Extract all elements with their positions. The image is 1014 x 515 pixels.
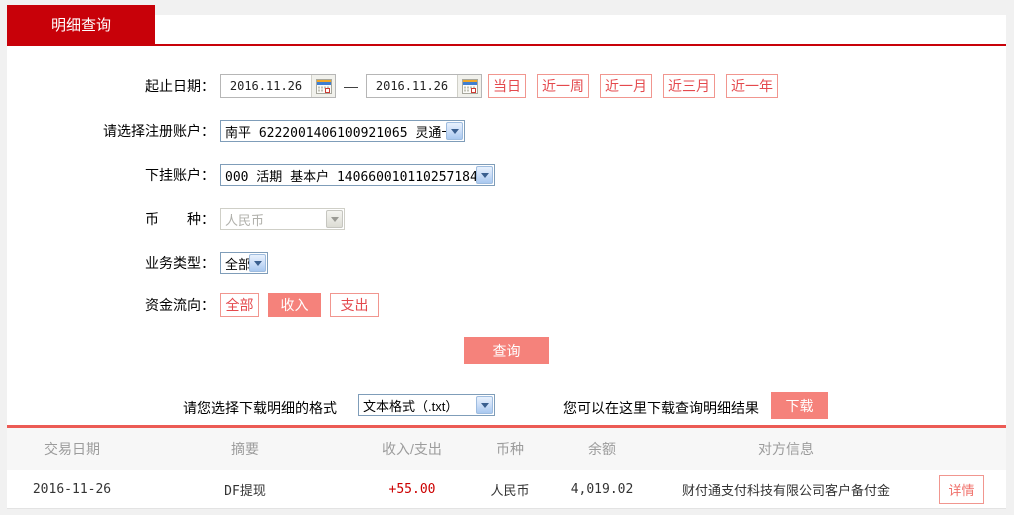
col-header-date: 交易日期: [7, 439, 137, 459]
date-range-controls: 2016.11.26 —: [220, 74, 778, 98]
register-account-row: 请选择注册账户： 南平 6222001406100921065 灵通卡: [7, 119, 1006, 143]
chevron-down-icon: [476, 396, 493, 414]
content-panel: 明细查询 起止日期： 2016.11.26: [7, 15, 1006, 509]
quick-range-3months-button[interactable]: 近三月: [663, 74, 715, 98]
cell-currency: 人民币: [471, 480, 549, 499]
business-type-label: 业务类型：: [7, 253, 215, 273]
tab-detail-query[interactable]: 明细查询: [7, 5, 155, 44]
download-button[interactable]: 下载: [771, 392, 828, 419]
currency-row: 币 种： 人民币: [7, 207, 1006, 231]
query-button[interactable]: 查询: [464, 337, 549, 364]
currency-label: 币 种：: [7, 209, 215, 229]
start-date-value: 2016.11.26: [221, 79, 311, 93]
sub-account-label: 下挂账户：: [7, 165, 215, 185]
sub-account-select[interactable]: 000 活期 基本户 1406600101102571848: [220, 164, 495, 186]
col-header-summary: 摘要: [137, 439, 353, 459]
currency-value: 人民币: [221, 210, 326, 229]
quick-range-month-button[interactable]: 近一月: [600, 74, 652, 98]
cell-date: 2016-11-26: [7, 482, 137, 497]
sub-account-row: 下挂账户： 000 活期 基本户 1406600101102571848: [7, 163, 1006, 187]
chevron-down-icon: [249, 254, 266, 272]
cell-balance: 4,019.02: [549, 482, 655, 497]
col-header-currency: 币种: [471, 439, 549, 459]
calendar-icon[interactable]: [311, 75, 335, 97]
quick-range-week-button[interactable]: 近一周: [537, 74, 589, 98]
cell-actions: 详情: [917, 475, 1006, 504]
date-range-row: 起止日期： 2016.11.26: [7, 74, 1006, 98]
sub-account-value: 000 活期 基本户 1406600101102571848: [221, 166, 476, 185]
chevron-down-icon: [326, 210, 343, 228]
download-row: 请您选择下载明细的格式 文本格式（.txt） 您可以在这里下载查询明细结果 下载: [7, 392, 1006, 419]
register-account-label: 请选择注册账户：: [7, 121, 215, 141]
quick-range-year-button[interactable]: 近一年: [726, 74, 778, 98]
fund-flow-row: 资金流向： 全部 收入 支出: [7, 293, 1006, 317]
business-type-value: 全部: [221, 254, 249, 273]
fund-flow-expense-button[interactable]: 支出: [330, 293, 379, 317]
col-header-amount: 收入/支出: [353, 439, 471, 459]
currency-select: 人民币: [220, 208, 345, 230]
quick-range-today-button[interactable]: 当日: [488, 74, 526, 98]
tab-underline: [7, 44, 1006, 46]
fund-flow-all-button[interactable]: 全部: [220, 293, 259, 317]
end-date-value: 2016.11.26: [367, 79, 457, 93]
download-hint: 您可以在这里下载查询明细结果: [563, 398, 759, 418]
business-type-row: 业务类型： 全部: [7, 251, 1006, 275]
calendar-icon[interactable]: [457, 75, 481, 97]
col-header-counterparty: 对方信息: [655, 439, 917, 459]
col-header-balance: 余额: [549, 439, 655, 459]
download-format-value: 文本格式（.txt）: [359, 396, 476, 415]
chevron-down-icon: [446, 122, 463, 140]
chevron-down-icon: [476, 166, 493, 184]
fund-flow-label: 资金流向：: [7, 295, 215, 315]
end-date-input[interactable]: 2016.11.26: [366, 74, 482, 98]
table-header-row: 交易日期 摘要 收入/支出 币种 余额 对方信息: [7, 428, 1006, 470]
download-format-select[interactable]: 文本格式（.txt）: [358, 394, 495, 416]
register-account-value: 南平 6222001406100921065 灵通卡: [221, 122, 446, 141]
start-date-input[interactable]: 2016.11.26: [220, 74, 336, 98]
business-type-select[interactable]: 全部: [220, 252, 268, 274]
cell-counterparty: 财付通支付科技有限公司客户备付金: [655, 480, 917, 499]
date-separator: —: [344, 78, 358, 94]
fund-flow-income-button[interactable]: 收入: [268, 293, 321, 317]
tab-label: 明细查询: [51, 14, 111, 35]
table-row: 2016-11-26 DF提现 +55.00 人民币 4,019.02 财付通支…: [7, 470, 1006, 509]
register-account-select[interactable]: 南平 6222001406100921065 灵通卡: [220, 120, 465, 142]
detail-button[interactable]: 详情: [939, 475, 983, 504]
download-format-label: 请您选择下载明细的格式: [183, 398, 337, 418]
cell-summary: DF提现: [137, 480, 353, 499]
date-range-label: 起止日期：: [7, 76, 215, 96]
cell-amount: +55.00: [353, 482, 471, 497]
